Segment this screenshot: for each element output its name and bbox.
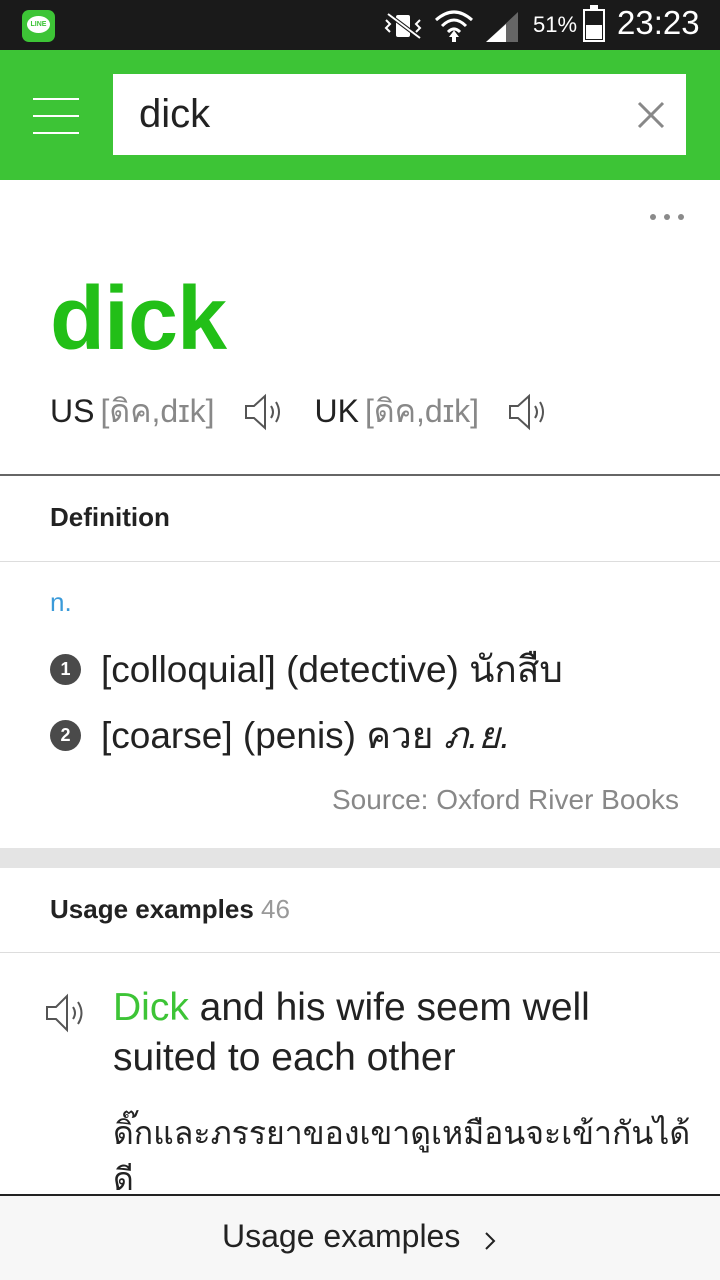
example-speaker-icon[interactable]	[44, 992, 90, 1034]
status-bar: LINE 51% 23:23	[0, 0, 720, 50]
usage-title-text: Usage examples	[50, 894, 254, 924]
part-of-speech: n.	[50, 587, 72, 617]
battery-icon	[583, 5, 605, 42]
divider	[0, 952, 720, 953]
chevron-right-icon	[485, 1232, 496, 1250]
clear-icon[interactable]	[636, 100, 666, 130]
more-options-icon[interactable]	[650, 214, 696, 232]
status-time: 23:23	[617, 4, 700, 41]
vibrate-off-icon	[384, 12, 422, 40]
uk-pronunciation: [ดิค,dɪk]	[364, 393, 479, 429]
us-label: US	[50, 393, 95, 429]
definition-text: [colloquial] (detective) นักสืบ	[101, 649, 563, 690]
example-translation: ดิ๊กและภรรยาของเขาดูเหมือนจะเข้ากันได้ดี	[113, 1115, 691, 1197]
uk-label: UK	[314, 393, 359, 429]
headword: dick	[50, 269, 227, 369]
signal-icon	[486, 12, 518, 42]
menu-icon[interactable]	[33, 98, 79, 134]
uk-speaker-icon[interactable]	[507, 392, 551, 432]
divider	[0, 474, 720, 476]
definition-text: [coarse] (penis) ควย	[101, 715, 444, 756]
usage-examples-title: Usage examples 46	[50, 894, 290, 925]
example-highlight: Dick	[113, 986, 189, 1029]
divider	[0, 561, 720, 562]
us-pronunciation: [ดิค,dɪk]	[100, 393, 215, 429]
example-sentence[interactable]: Dick and his wife seem well suited to ea…	[113, 983, 683, 1083]
wifi-icon	[435, 10, 473, 42]
app-bar	[0, 50, 720, 180]
section-separator	[0, 848, 720, 868]
battery-percent: 51%	[533, 12, 578, 37]
definition-number: 1	[50, 654, 81, 685]
usage-examples-bar[interactable]: Usage examples	[0, 1194, 720, 1280]
line-app-icon: LINE	[22, 10, 55, 42]
definition-suffix: ภ.ย.	[443, 715, 511, 756]
pronunciation-row: US [ดิค,dɪk] UK [ดิค,dɪk]	[50, 386, 579, 437]
usage-examples-link[interactable]: Usage examples	[222, 1218, 460, 1255]
definition-title: Definition	[50, 502, 170, 532]
definition-item: 2 [coarse] (penis) ควย ภ.ย.	[50, 706, 510, 765]
us-speaker-icon[interactable]	[243, 392, 287, 432]
usage-count: 46	[261, 894, 290, 924]
definition-number: 2	[50, 720, 81, 751]
search-input[interactable]	[139, 74, 619, 155]
definition-source: Source: Oxford River Books	[331, 784, 679, 815]
search-box	[113, 74, 686, 155]
definition-item: 1 [colloquial] (detective) นักสืบ	[50, 640, 563, 699]
